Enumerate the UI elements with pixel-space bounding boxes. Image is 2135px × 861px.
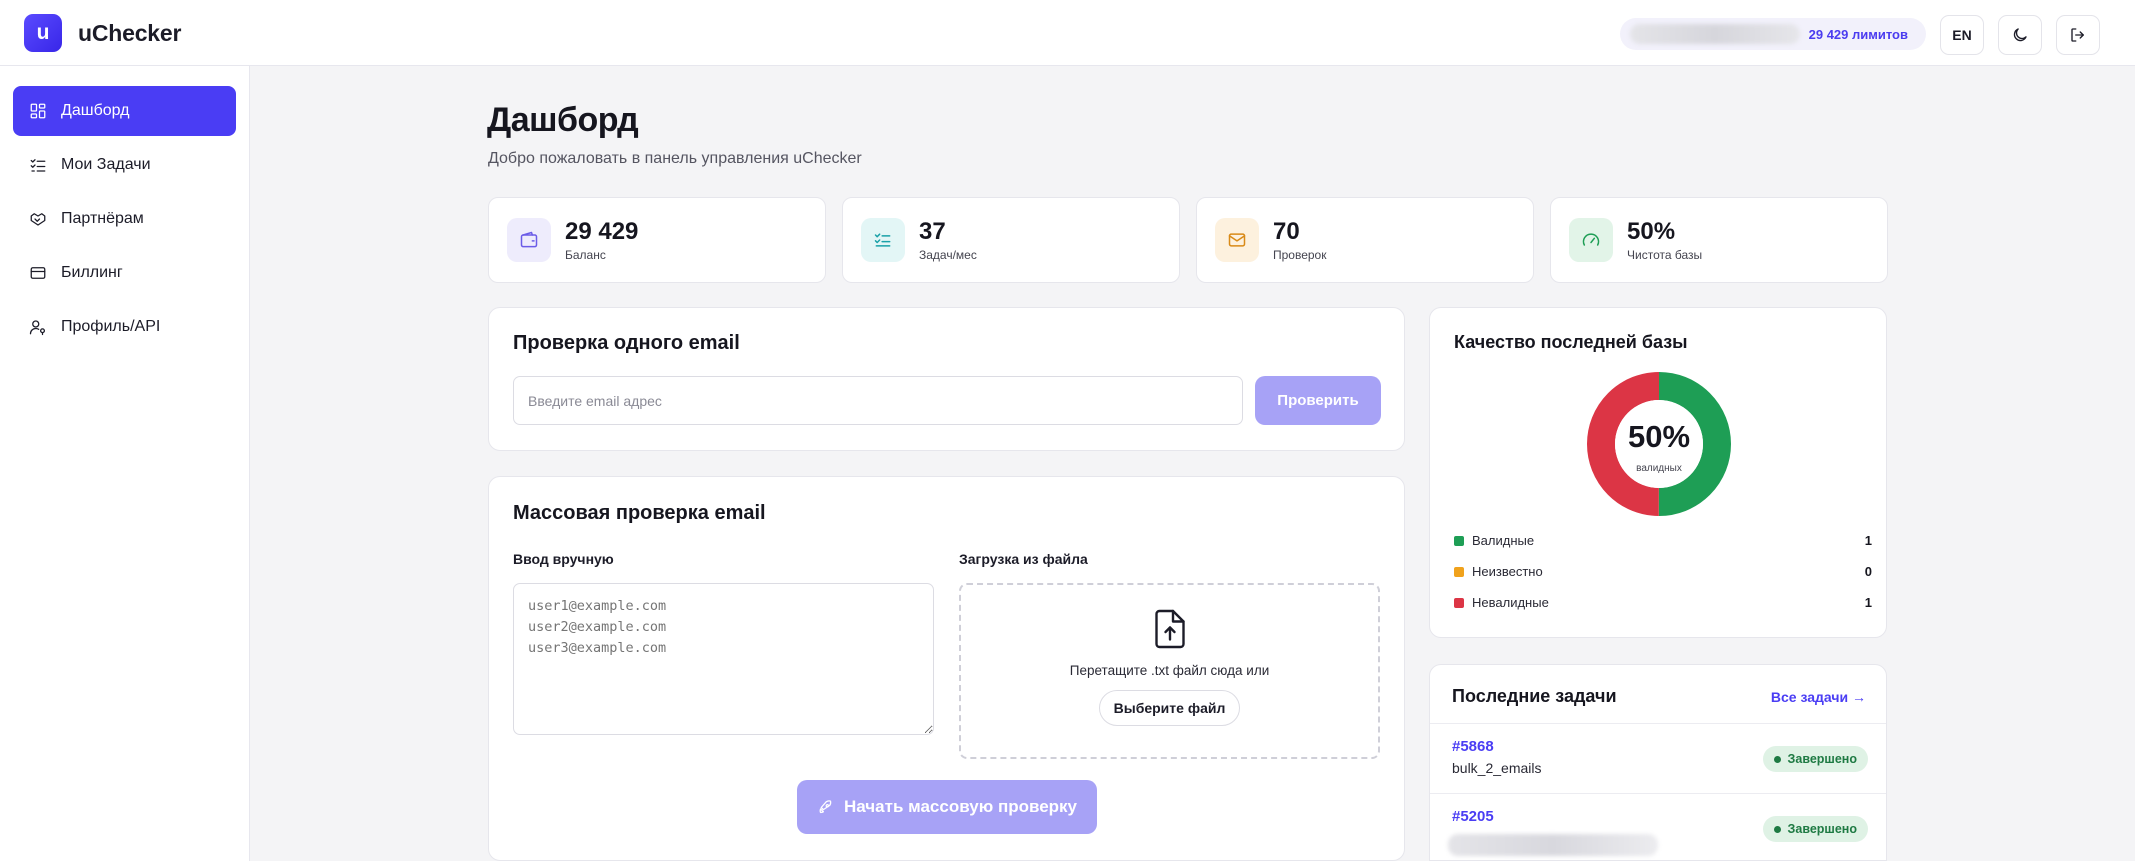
top-bar: u uChecker 29 429 лимитов EN xyxy=(0,0,2135,66)
stat-value: 70 xyxy=(1273,218,1300,245)
tasks-icon xyxy=(30,159,46,172)
legend-unknown: Неизвестно 0 xyxy=(1454,564,1872,579)
sidebar-item-label: Профиль/API xyxy=(61,318,161,335)
limits-counter: 29 429 лимитов xyxy=(1808,26,1908,42)
task-id[interactable]: #5205 xyxy=(1452,808,1494,825)
card-title: Качество последней базы xyxy=(1454,332,1688,352)
logout-button[interactable] xyxy=(2056,15,2100,55)
app-logo[interactable]: u uChecker xyxy=(24,14,181,52)
legend-swatch xyxy=(1454,597,1464,608)
legend-swatch xyxy=(1454,566,1464,577)
status-dot xyxy=(1773,755,1781,763)
sidebar: Дашборд Мои Задачи Партнёрам Биллинг Про… xyxy=(0,66,250,861)
stat-card-balance: 29 429 Баланс xyxy=(488,197,826,283)
sidebar-item-partners[interactable]: Партнёрам xyxy=(13,194,236,244)
sidebar-item-label: Мои Задачи xyxy=(61,156,151,173)
manual-emails-textarea[interactable] xyxy=(513,583,934,735)
sidebar-item-dashboard[interactable]: Дашборд xyxy=(13,86,236,136)
legend-label: Валидные xyxy=(1472,533,1535,548)
app-name: uChecker xyxy=(78,19,182,46)
mail-icon xyxy=(1215,218,1259,262)
manual-input-label: Ввод вручную xyxy=(513,551,614,567)
status-badge: Завершено xyxy=(1762,816,1868,842)
sidebar-item-label: Партнёрам xyxy=(61,210,144,227)
task-row[interactable]: #5868 bulk_2_emails Завершено xyxy=(1430,723,1886,793)
logo-mark: u xyxy=(24,14,62,52)
theme-toggle-button[interactable] xyxy=(1998,15,2042,55)
user-account-pill[interactable]: 29 429 лимитов xyxy=(1620,18,1926,50)
user-key-icon xyxy=(29,320,46,336)
recent-tasks-card: Последние задачи Все задачи → #5868 bulk… xyxy=(1429,664,1887,861)
all-tasks-link[interactable]: Все задачи → xyxy=(1771,689,1866,705)
stat-card-checks: 70 Проверок xyxy=(1196,197,1534,283)
stat-card-tasks: 37 Задач/мес xyxy=(842,197,1180,283)
page-subtitle: Добро пожаловать в панель управления uCh… xyxy=(488,150,862,167)
task-id[interactable]: #5868 xyxy=(1452,738,1494,755)
handshake-icon xyxy=(30,213,46,226)
sidebar-item-tasks[interactable]: Мои Задачи xyxy=(13,140,236,190)
dashboard-icon xyxy=(30,103,46,119)
legend-value: 1 xyxy=(1864,533,1872,548)
logout-icon xyxy=(2071,28,2084,42)
legend-swatch xyxy=(1454,535,1464,546)
checklist-icon xyxy=(861,218,905,262)
file-upload-icon xyxy=(1154,609,1185,649)
stat-label: Проверок xyxy=(1273,248,1327,262)
legend-label: Неизвестно xyxy=(1472,564,1543,579)
check-button[interactable]: Проверить xyxy=(1255,376,1381,425)
start-bulk-check-label: Начать массовую проверку xyxy=(843,797,1078,816)
donut-caption: валидных xyxy=(1636,463,1682,474)
rocket-icon xyxy=(819,799,832,813)
task-name: bulk_2_emails xyxy=(1452,760,1542,776)
choose-file-button[interactable]: Выберите файл xyxy=(1098,690,1241,726)
card-title: Проверка одного email xyxy=(513,332,740,354)
stat-label: Чистота базы xyxy=(1627,248,1703,262)
legend-invalid: Невалидные 1 xyxy=(1454,595,1872,610)
file-upload-label: Загрузка из файла xyxy=(959,551,1088,567)
status-label: Завершено xyxy=(1787,822,1857,836)
language-button[interactable]: EN xyxy=(1940,15,1984,55)
donut-percent: 50% xyxy=(1627,419,1691,454)
card-title: Массовая проверка email xyxy=(513,502,766,524)
page-title: Дашборд xyxy=(487,101,639,139)
legend-value: 1 xyxy=(1864,595,1872,610)
stat-value: 50% xyxy=(1627,218,1676,245)
legend-valid: Валидные 1 xyxy=(1454,533,1872,548)
sidebar-item-profile-api[interactable]: Профиль/API xyxy=(13,302,236,352)
bulk-check-card: Массовая проверка email Ввод вручную Заг… xyxy=(488,476,1405,861)
legend-label: Невалидные xyxy=(1472,595,1549,610)
stat-label: Задач/мес xyxy=(919,248,977,262)
gauge-icon xyxy=(1569,218,1613,262)
stat-value: 29 429 xyxy=(565,218,639,245)
status-label: Завершено xyxy=(1787,752,1857,766)
legend-value: 0 xyxy=(1864,564,1872,579)
stat-card-purity: 50% Чистота базы xyxy=(1550,197,1888,283)
status-badge: Завершено xyxy=(1762,746,1868,772)
email-input[interactable] xyxy=(513,376,1243,425)
moon-icon xyxy=(2013,28,2027,42)
file-dropzone[interactable]: Перетащите .txt файл сюда или Выберите ф… xyxy=(959,583,1380,759)
stat-value: 37 xyxy=(919,218,946,245)
single-check-card: Проверка одного email Проверить xyxy=(488,307,1405,451)
status-dot xyxy=(1773,825,1781,833)
dropzone-text: Перетащите .txt файл сюда или xyxy=(1069,663,1270,678)
stat-label: Баланс xyxy=(565,248,606,262)
card-title: Последние задачи xyxy=(1452,686,1617,706)
sidebar-item-label: Биллинг xyxy=(61,264,123,281)
sidebar-item-label: Дашборд xyxy=(61,102,130,119)
sidebar-item-billing[interactable]: Биллинг xyxy=(13,248,236,298)
task-row[interactable]: #5205 Завершено xyxy=(1430,793,1886,860)
task-name-redacted xyxy=(1448,834,1658,856)
wallet-icon xyxy=(507,218,551,262)
user-email-redacted xyxy=(1630,24,1800,44)
card-icon xyxy=(30,267,46,279)
quality-card: Качество последней базы 50% валидных Вал… xyxy=(1429,307,1887,638)
start-bulk-check-button[interactable]: Начать массовую проверку xyxy=(797,780,1097,834)
